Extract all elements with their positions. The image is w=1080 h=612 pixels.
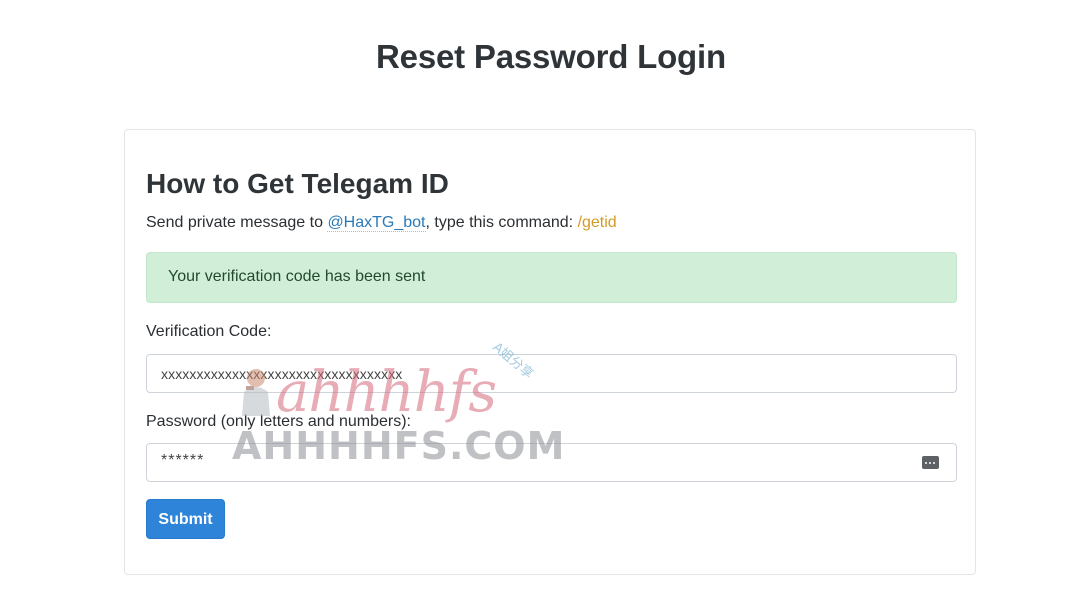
verification-code-label: Verification Code: [146, 323, 272, 340]
submit-button[interactable]: Submit [146, 499, 225, 539]
instruction-middle: , type this command: [425, 214, 578, 231]
page-title: Reset Password Login [376, 38, 726, 75]
verification-code-value: xxxxxxxxxxxxxxxxxxxxxxxxxxxxxxxxxx [161, 366, 403, 382]
instruction-text: Send private message to @HaxTG_bot, type… [146, 214, 617, 232]
telegram-id-card: How to Get Telegam ID Send private messa… [124, 129, 976, 575]
bot-handle-link[interactable]: @HaxTG_bot [327, 214, 426, 232]
card-heading: How to Get Telegam ID [146, 168, 449, 199]
success-alert: Your verification code has been sent [146, 252, 957, 303]
password-manager-icon[interactable] [922, 456, 939, 469]
command-text: /getid [577, 214, 617, 231]
password-input[interactable]: ****** [146, 443, 957, 482]
verification-code-input[interactable]: xxxxxxxxxxxxxxxxxxxxxxxxxxxxxxxxxx [146, 354, 957, 393]
password-value: ****** [161, 452, 205, 469]
instruction-prefix: Send private message to [146, 214, 328, 231]
password-label: Password (only letters and numbers): [146, 413, 411, 430]
